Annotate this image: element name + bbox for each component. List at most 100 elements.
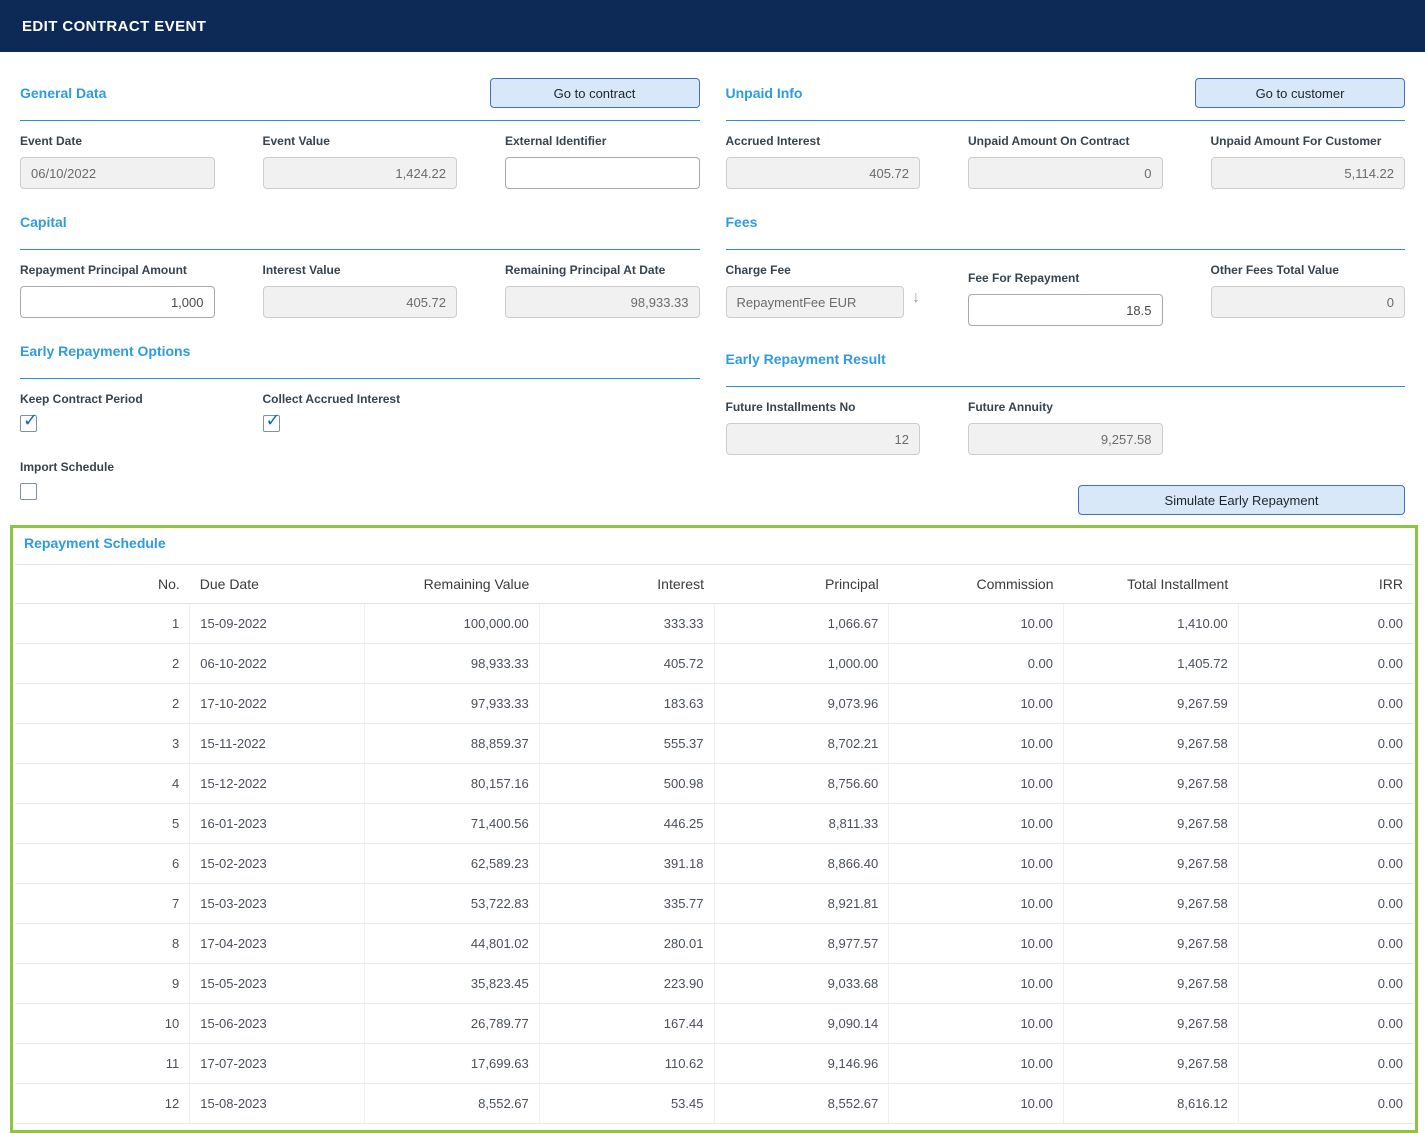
keep-contract-period-checkbox[interactable]	[20, 415, 37, 432]
future-installments-input	[726, 423, 921, 455]
cell-interest: 500.98	[539, 764, 714, 804]
cell-interest: 405.72	[539, 644, 714, 684]
cell-no: 4	[15, 764, 190, 804]
repayment-principal-input[interactable]	[20, 286, 215, 318]
cell-total-installment: 9,267.58	[1064, 844, 1239, 884]
column-header-irr[interactable]: IRR	[1238, 565, 1413, 604]
event-value-label: Event Value	[263, 134, 458, 148]
table-row[interactable]: 7 15-03-2023 53,722.83 335.77 8,921.81 1…	[15, 884, 1413, 924]
table-row[interactable]: 11 17-07-2023 17,699.63 110.62 9,146.96 …	[15, 1044, 1413, 1084]
column-header-interest[interactable]: Interest	[539, 565, 714, 604]
cell-irr: 0.00	[1238, 1004, 1413, 1044]
cell-no: 10	[15, 1004, 190, 1044]
table-header-row: No. Due Date Remaining Value Interest Pr…	[15, 565, 1413, 604]
unpaid-on-contract-input	[968, 157, 1163, 189]
right-column: Unpaid Info Go to customer Accrued Inter…	[726, 78, 1406, 515]
table-row[interactable]: 5 16-01-2023 71,400.56 446.25 8,811.33 1…	[15, 804, 1413, 844]
dropdown-arrow-icon[interactable]: ↓	[912, 289, 920, 307]
cell-irr: 0.00	[1238, 884, 1413, 924]
repayment-principal-label: Repayment Principal Amount	[20, 263, 215, 277]
future-annuity-field: Future Annuity	[968, 400, 1163, 455]
table-row[interactable]: 12 15-08-2023 8,552.67 53.45 8,552.67 10…	[15, 1084, 1413, 1124]
section-title-general-data: General Data	[20, 85, 106, 101]
cell-irr: 0.00	[1238, 1084, 1413, 1124]
go-to-customer-button[interactable]: Go to customer	[1195, 78, 1405, 108]
charge-fee-field: Charge Fee ↓	[726, 263, 921, 326]
import-schedule-checkbox[interactable]	[20, 483, 37, 500]
remaining-principal-input	[505, 286, 700, 318]
cell-interest: 167.44	[539, 1004, 714, 1044]
table-row[interactable]: 8 17-04-2023 44,801.02 280.01 8,977.57 1…	[15, 924, 1413, 964]
cell-no: 11	[15, 1044, 190, 1084]
table-row[interactable]: 9 15-05-2023 35,823.45 223.90 9,033.68 1…	[15, 964, 1413, 1004]
column-header-remaining-value[interactable]: Remaining Value	[365, 565, 540, 604]
cell-remaining-value: 71,400.56	[365, 804, 540, 844]
column-header-due-date[interactable]: Due Date	[190, 565, 365, 604]
fee-for-repayment-input[interactable]	[968, 294, 1163, 326]
table-row[interactable]: 4 15-12-2022 80,157.16 500.98 8,756.60 1…	[15, 764, 1413, 804]
cell-no: 12	[15, 1084, 190, 1124]
cell-no: 5	[15, 804, 190, 844]
collect-accrued-interest-label: Collect Accrued Interest	[263, 392, 458, 406]
cell-remaining-value: 26,789.77	[365, 1004, 540, 1044]
accrued-interest-field: Accrued Interest	[726, 134, 921, 189]
section-title-early-repayment-result: Early Repayment Result	[726, 351, 886, 367]
cell-principal: 9,090.14	[714, 1004, 889, 1044]
collect-accrued-interest-checkbox[interactable]	[263, 415, 280, 432]
cell-commission: 10.00	[889, 1084, 1064, 1124]
future-installments-field: Future Installments No	[726, 400, 921, 455]
remaining-principal-field: Remaining Principal At Date	[505, 263, 700, 318]
cell-due-date: 15-05-2023	[190, 964, 365, 1004]
external-identifier-input[interactable]	[505, 157, 700, 189]
cell-interest: 280.01	[539, 924, 714, 964]
cell-due-date: 15-09-2022	[190, 604, 365, 644]
repayment-schedule-body: 1 15-09-2022 100,000.00 333.33 1,066.67 …	[15, 604, 1413, 1124]
cell-interest: 446.25	[539, 804, 714, 844]
cell-no: 3	[15, 724, 190, 764]
cell-principal: 8,977.57	[714, 924, 889, 964]
cell-no: 9	[15, 964, 190, 1004]
cell-irr: 0.00	[1238, 604, 1413, 644]
cell-commission: 0.00	[889, 644, 1064, 684]
cell-principal: 9,033.68	[714, 964, 889, 1004]
cell-total-installment: 1,410.00	[1064, 604, 1239, 644]
other-fees-label: Other Fees Total Value	[1211, 263, 1406, 277]
table-row[interactable]: 1 15-09-2022 100,000.00 333.33 1,066.67 …	[15, 604, 1413, 644]
column-header-principal[interactable]: Principal	[714, 565, 889, 604]
table-row[interactable]: 2 06-10-2022 98,933.33 405.72 1,000.00 0…	[15, 644, 1413, 684]
table-row[interactable]: 10 15-06-2023 26,789.77 167.44 9,090.14 …	[15, 1004, 1413, 1044]
column-header-commission[interactable]: Commission	[889, 565, 1064, 604]
cell-due-date: 06-10-2022	[190, 644, 365, 684]
cell-total-installment: 9,267.58	[1064, 1044, 1239, 1084]
interest-value-input	[263, 286, 458, 318]
column-header-total-installment[interactable]: Total Installment	[1064, 565, 1239, 604]
column-header-no[interactable]: No.	[15, 565, 190, 604]
go-to-contract-button[interactable]: Go to contract	[490, 78, 700, 108]
unpaid-for-customer-input	[1211, 157, 1406, 189]
table-row[interactable]: 3 15-11-2022 88,859.37 555.37 8,702.21 1…	[15, 724, 1413, 764]
event-date-label: Event Date	[20, 134, 215, 148]
cell-due-date: 15-12-2022	[190, 764, 365, 804]
cell-commission: 10.00	[889, 804, 1064, 844]
cell-total-installment: 9,267.58	[1064, 764, 1239, 804]
cell-commission: 10.00	[889, 764, 1064, 804]
cell-remaining-value: 100,000.00	[365, 604, 540, 644]
table-row[interactable]: 2 17-10-2022 97,933.33 183.63 9,073.96 1…	[15, 684, 1413, 724]
cell-remaining-value: 62,589.23	[365, 844, 540, 884]
charge-fee-label: Charge Fee	[726, 263, 921, 277]
main-content: General Data Go to contract Event Date E…	[0, 78, 1425, 515]
cell-principal: 9,146.96	[714, 1044, 889, 1084]
table-row[interactable]: 6 15-02-2023 62,589.23 391.18 8,866.40 1…	[15, 844, 1413, 884]
future-annuity-label: Future Annuity	[968, 400, 1163, 414]
simulate-early-repayment-button[interactable]: Simulate Early Repayment	[1078, 485, 1405, 515]
unpaid-on-contract-field: Unpaid Amount On Contract	[968, 134, 1163, 189]
keep-contract-period-label: Keep Contract Period	[20, 392, 215, 406]
section-title-capital: Capital	[20, 214, 67, 230]
cell-remaining-value: 80,157.16	[365, 764, 540, 804]
charge-fee-input[interactable]	[726, 286, 905, 318]
cell-irr: 0.00	[1238, 964, 1413, 1004]
cell-no: 8	[15, 924, 190, 964]
cell-no: 7	[15, 884, 190, 924]
cell-commission: 10.00	[889, 844, 1064, 884]
cell-total-installment: 1,405.72	[1064, 644, 1239, 684]
